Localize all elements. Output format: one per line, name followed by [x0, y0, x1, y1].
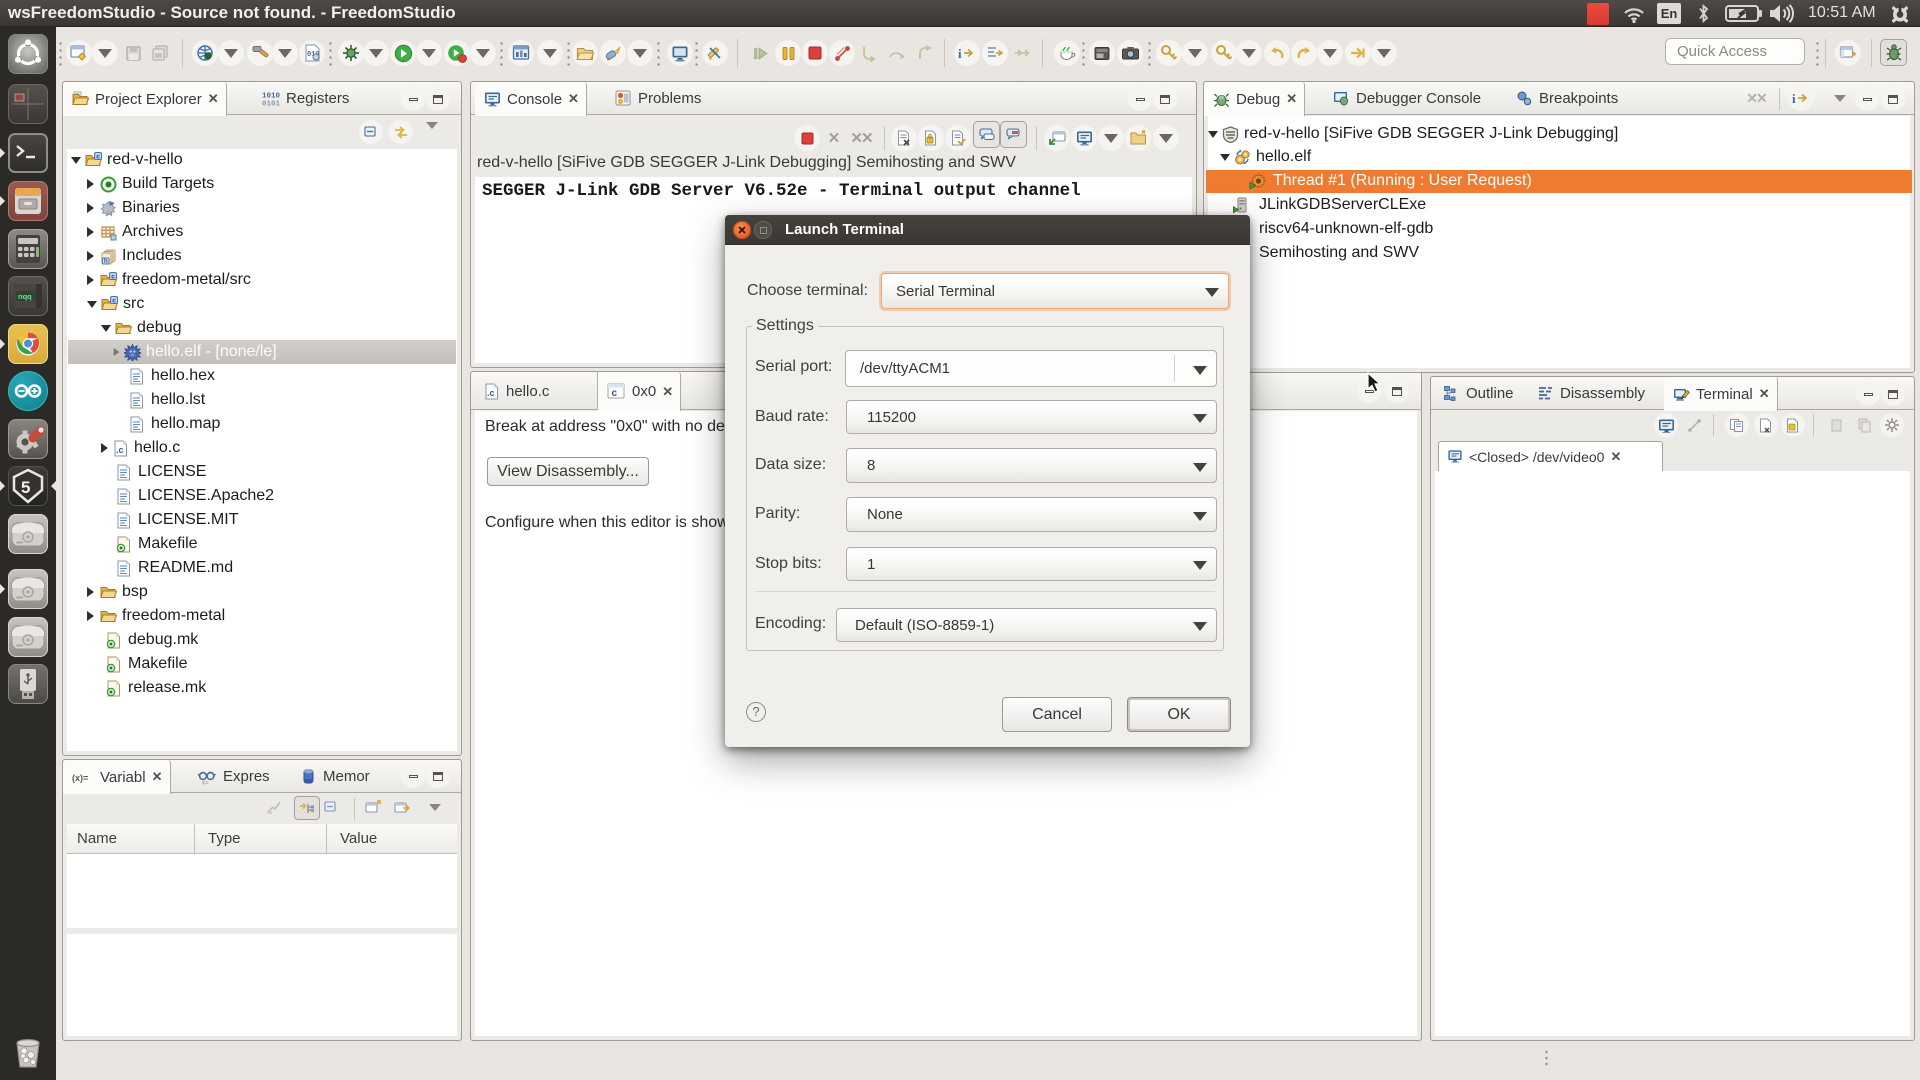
- svg-text:5: 5: [21, 478, 30, 497]
- svg-text:c: c: [612, 388, 618, 399]
- svg-text:i: i: [1792, 91, 1796, 106]
- svg-text:i: i: [958, 46, 962, 61]
- svg-text:nqq: nqq: [18, 292, 32, 301]
